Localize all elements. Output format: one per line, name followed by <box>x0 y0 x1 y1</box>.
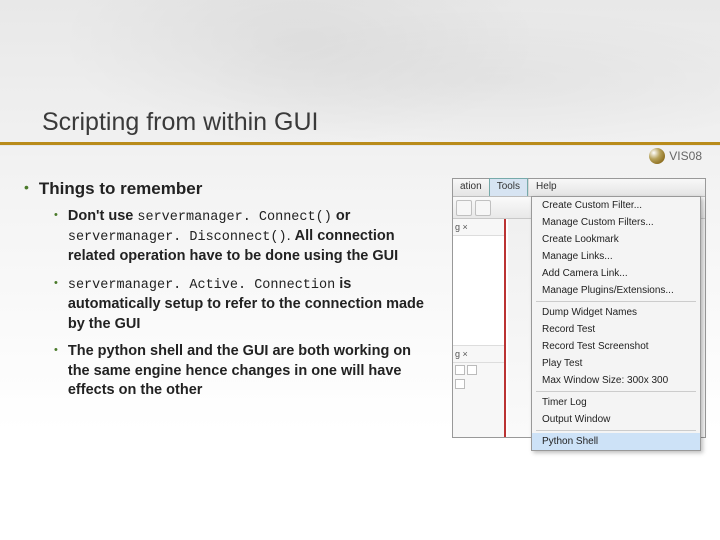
dropdown-item[interactable]: Output Window <box>532 411 700 428</box>
dropdown-item[interactable]: Record Test Screenshot <box>532 338 700 355</box>
bullet-icon: • <box>54 275 58 334</box>
text-bold: or <box>332 208 351 224</box>
bullet-item: • Don't use servermanager. Connect() or … <box>54 207 434 267</box>
bullet-text: servermanager. Active. Connection is aut… <box>68 275 434 334</box>
content-area: • Things to remember • Don't use serverm… <box>24 178 434 409</box>
app-screenshot: ation Tools Help g × g × Creat <box>452 178 706 438</box>
panel-tab[interactable]: g × <box>453 346 504 363</box>
dropdown-item[interactable]: Max Window Size: 300x 300 <box>532 372 700 389</box>
heading-row: • Things to remember <box>24 178 434 201</box>
bullet-icon: • <box>24 178 29 201</box>
toolbar-icon[interactable] <box>475 200 491 216</box>
dropdown-item[interactable]: Manage Links... <box>532 248 700 265</box>
tools-dropdown: Create Custom Filter...Manage Custom Fil… <box>531 196 701 451</box>
vis-logo: VIS08 <box>649 148 702 164</box>
dropdown-item[interactable]: Manage Plugins/Extensions... <box>532 282 700 299</box>
text: . <box>287 228 295 244</box>
panel-tab-label: g × <box>455 349 468 359</box>
dropdown-item[interactable]: Play Test <box>532 355 700 372</box>
side-panel: g × g × <box>453 219 506 437</box>
code-text: servermanager. Connect() <box>137 210 331 225</box>
bullet-text: Don't use servermanager. Connect() or se… <box>68 207 434 267</box>
panel-tab[interactable]: g × <box>453 219 504 236</box>
menu-bar: ation Tools Help <box>453 179 705 197</box>
slide: Scripting from within GUI VIS08 • Things… <box>0 0 720 540</box>
panel-icon[interactable] <box>455 379 465 389</box>
panel-tab-label: g × <box>455 222 468 232</box>
heading-text: Things to remember <box>39 178 202 201</box>
bullet-item: • servermanager. Active. Connection is a… <box>54 275 434 334</box>
panel-row <box>453 377 504 391</box>
vis-logo-text: VIS08 <box>669 149 702 163</box>
bullet-icon: • <box>54 207 58 267</box>
dropdown-item[interactable]: Dump Widget Names <box>532 304 700 321</box>
bullet-text: The python shell and the GUI are both wo… <box>68 342 434 401</box>
panel-icon[interactable] <box>467 365 477 375</box>
code-text: servermanager. Disconnect() <box>68 230 287 245</box>
panel-box <box>453 236 504 346</box>
title-rule-light <box>0 145 720 146</box>
vis-logo-icon <box>649 148 665 164</box>
menu-item-truncated[interactable]: ation <box>453 179 489 196</box>
panel-icon[interactable] <box>455 365 465 375</box>
bullet-icon: • <box>54 342 58 401</box>
dropdown-item[interactable]: Record Test <box>532 321 700 338</box>
dropdown-item[interactable]: Manage Custom Filters... <box>532 214 700 231</box>
panel-row <box>453 363 504 377</box>
dropdown-separator <box>536 301 696 302</box>
text-bold: Don't use <box>68 208 138 224</box>
dropdown-item[interactable]: Python Shell <box>532 433 700 450</box>
dropdown-item[interactable]: Add Camera Link... <box>532 265 700 282</box>
code-text: servermanager. Active. Connection <box>68 278 335 293</box>
bullet-item: • The python shell and the GUI are both … <box>54 342 434 401</box>
dropdown-separator <box>536 430 696 431</box>
menu-item-help[interactable]: Help <box>528 179 564 196</box>
toolbar-icon[interactable] <box>456 200 472 216</box>
menu-item-tools[interactable]: Tools <box>489 178 528 196</box>
dropdown-item[interactable]: Create Lookmark <box>532 231 700 248</box>
dropdown-item[interactable]: Timer Log <box>532 394 700 411</box>
dropdown-item[interactable]: Create Custom Filter... <box>532 197 700 214</box>
dropdown-separator <box>536 391 696 392</box>
slide-title: Scripting from within GUI <box>42 108 318 137</box>
